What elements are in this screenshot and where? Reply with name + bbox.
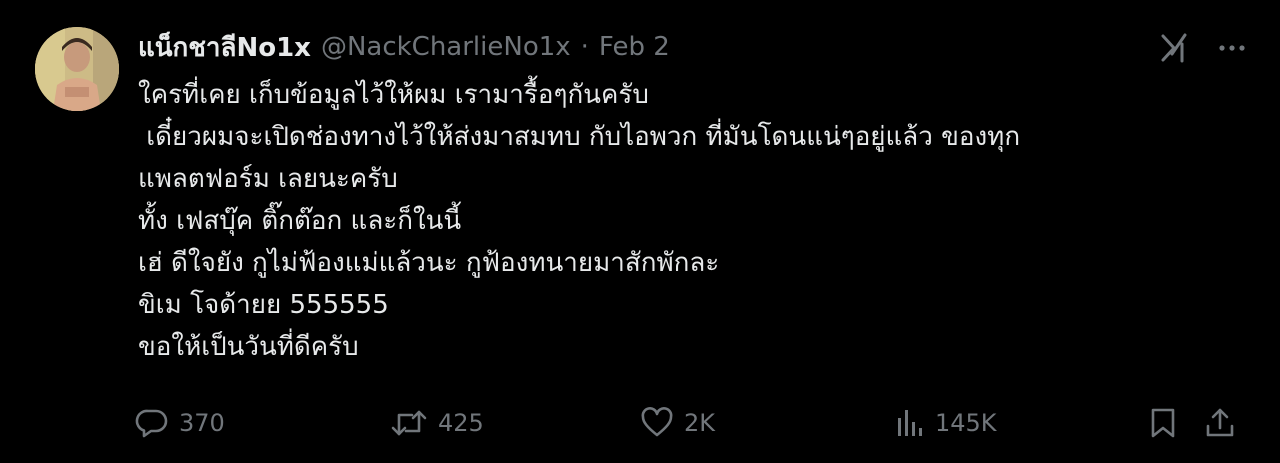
retweet-icon (390, 406, 428, 440)
views-button[interactable]: 145K (895, 400, 997, 446)
avatar[interactable] (35, 27, 119, 111)
heart-icon (640, 406, 674, 440)
author-handle[interactable]: @NackCharlieNo1x (321, 32, 571, 62)
views-count: 145K (935, 409, 997, 437)
tweet-text-line: เฮ่ ดีใจยัง กูไม่ฟ้องแม่แล้วนะ กูฟ้องทนา… (138, 248, 720, 278)
tweet-text: ใครที่เคย เก็บข้อมูลไว้ให้ผม เรามารื้อๆก… (138, 74, 1248, 368)
tweet-header: แน็กชาลีNo1x @NackCharlieNo1x · Feb 2 (138, 28, 670, 66)
share-button[interactable] (1203, 400, 1237, 446)
tweet-text-line: ใครที่เคย เก็บข้อมูลไว้ให้ผม เรามารื้อๆก… (138, 80, 649, 110)
retweet-button[interactable]: 425 (390, 400, 484, 446)
tweet-actions-bar: 370 425 2K 145K (135, 400, 1250, 446)
like-count: 2K (684, 409, 716, 437)
separator-dot: · (580, 32, 589, 62)
tweet-text-line: แพลตฟอร์ม เลยนะครับ (138, 164, 398, 194)
grok-icon[interactable] (1156, 30, 1192, 66)
reply-button[interactable]: 370 (135, 400, 225, 446)
tweet-date[interactable]: Feb 2 (599, 32, 670, 62)
reply-icon (135, 406, 169, 440)
like-button[interactable]: 2K (640, 400, 715, 446)
author-display-name[interactable]: แน็กชาลีNo1x (138, 27, 311, 68)
tweet-text-line: เดี๋ยวผมจะเปิดช่องทางไว้ให้ส่งมาสมทบ กับ… (138, 122, 1021, 152)
tweet-text-line: ขิเม โจด้ายย 555555 (138, 290, 389, 320)
more-icon[interactable] (1214, 30, 1250, 66)
tweet-text-line: ขอให้เป็นวันที่ดีครับ (138, 332, 359, 362)
tweet[interactable]: แน็กชาลีNo1x @NackCharlieNo1x · Feb 2 ใค… (0, 0, 1280, 463)
views-chart-icon (895, 406, 925, 440)
tweet-top-actions (1156, 30, 1250, 66)
tweet-text-line: ทั้ง เฟสบุ๊ค ติ๊กต๊อก และก็ในนี้ (138, 206, 462, 236)
bookmark-icon (1147, 406, 1179, 440)
share-icon (1203, 406, 1237, 440)
reply-count: 370 (179, 409, 225, 437)
retweet-count: 425 (438, 409, 484, 437)
bookmark-button[interactable] (1147, 400, 1179, 446)
